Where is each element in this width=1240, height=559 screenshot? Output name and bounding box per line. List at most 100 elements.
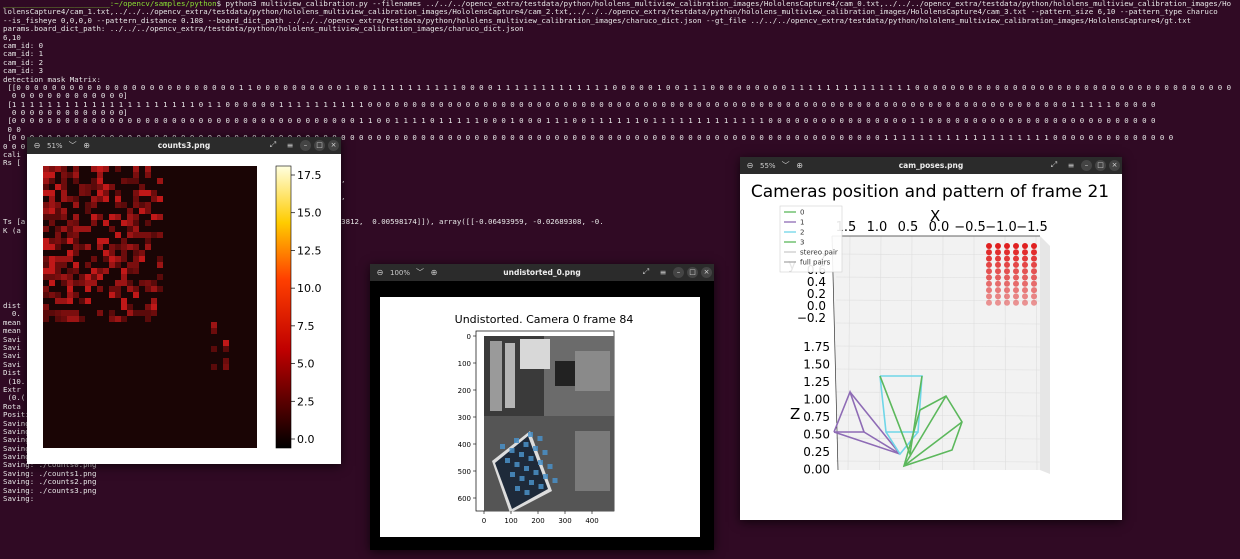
- zoom-level[interactable]: 55%: [760, 162, 776, 170]
- menu-icon[interactable]: ≡: [1064, 158, 1078, 172]
- pattern-point: [1022, 293, 1028, 300]
- zoom-out-icon[interactable]: ⊖: [743, 159, 757, 173]
- y-tick-label: 400: [458, 441, 471, 449]
- heatmap-cell: [49, 292, 55, 298]
- chevron-down-icon[interactable]: ﹀: [779, 159, 793, 173]
- z-tick-label: 1.25: [803, 375, 830, 389]
- maximize-button[interactable]: □: [1095, 159, 1106, 171]
- terminal-text: Saving: ./counts2.png: [3, 478, 97, 487]
- heatmap-cell: [67, 292, 73, 298]
- x-tick-label: 300: [558, 517, 571, 525]
- heatmap-cell: [139, 232, 145, 238]
- pattern-point: [986, 274, 992, 281]
- pattern-point: [995, 274, 1001, 281]
- zoom-level[interactable]: 100%: [390, 269, 410, 277]
- heatmap-cell: [145, 238, 151, 244]
- pattern-point: [1022, 255, 1028, 262]
- board-marker: [529, 480, 534, 485]
- heatmap-cell: [91, 220, 97, 226]
- zoom-level[interactable]: 51%: [47, 142, 63, 150]
- zoom-out-icon[interactable]: ⊖: [373, 266, 387, 280]
- zoom-out-icon[interactable]: ⊖: [30, 139, 44, 153]
- pattern-point: [1031, 268, 1037, 275]
- heatmap-cell: [79, 280, 85, 286]
- pattern-point: [1013, 243, 1019, 249]
- pattern-point: [1031, 280, 1037, 287]
- heatmap-cell: [49, 238, 55, 244]
- plot-title: Undistorted. Camera 0 frame 84: [455, 313, 634, 326]
- heatmap-cell: [103, 184, 109, 190]
- heatmap-cell: [157, 274, 163, 280]
- pattern-point: [1004, 274, 1010, 281]
- zoom-in-icon[interactable]: ⊕: [427, 266, 441, 280]
- pattern-point: [1004, 249, 1010, 256]
- minimize-button[interactable]: –: [300, 139, 311, 151]
- menu-icon[interactable]: ≡: [656, 265, 670, 279]
- pattern-point: [1004, 255, 1010, 262]
- pattern-point: [1004, 243, 1010, 249]
- close-button[interactable]: ×: [328, 139, 339, 151]
- x-tick-label: 200: [531, 517, 544, 525]
- camera-image: [484, 336, 614, 513]
- maximize-button[interactable]: □: [314, 139, 325, 151]
- heatmap-cell: [151, 286, 157, 292]
- heatmap-cell: [61, 166, 67, 172]
- colorbar-tick-label: 5.0: [297, 358, 315, 371]
- viewer-titlebar[interactable]: ⊖ 51% ﹀ ⊕ counts3.png ⤢ ≡ – □ ×: [27, 137, 341, 154]
- pattern-point: [986, 287, 992, 294]
- heatmap-cell: [91, 214, 97, 220]
- chevron-down-icon[interactable]: ﹀: [413, 266, 427, 280]
- terminal-text: Extr: [3, 385, 21, 394]
- pattern-point: [986, 293, 992, 300]
- heatmap-cell: [145, 304, 151, 310]
- viewer-titlebar[interactable]: ⊖ 55% ﹀ ⊕ cam_poses.png ⤢ ≡ – □ ×: [740, 157, 1122, 174]
- terminal-line: 6,10: [3, 34, 1237, 42]
- fullscreen-icon[interactable]: ⤢: [1047, 158, 1061, 172]
- heatmap-cell: [61, 310, 67, 316]
- counts-heatmap-figure: 17.5 15.0 12.5 10.0 7.5 5.0 2.5 0.0: [43, 165, 322, 449]
- viewer-titlebar[interactable]: ⊖ 100% ﹀ ⊕ undistorted_0.png ⤢ ≡ – □ ×: [370, 264, 714, 281]
- heatmap-cell: [139, 190, 145, 196]
- heatmap-cell: [97, 184, 103, 190]
- terminal-line: --is_fisheye 0,0,0,0 --pattern_distance …: [3, 17, 1237, 25]
- terminal-line: [1 1 1 1 1 1 1 1 1 1 1 1 1 1 1 1 1 1 1 1…: [3, 101, 1237, 109]
- minimize-button[interactable]: –: [673, 266, 684, 278]
- heatmap-cell: [55, 184, 61, 190]
- undistorted-figure: Undistorted. Camera 0 frame 84 0 100 200 30…: [380, 297, 700, 537]
- fullscreen-icon[interactable]: ⤢: [639, 265, 653, 279]
- heatmap-cell: [55, 256, 61, 262]
- heatmap-cell: [85, 208, 91, 214]
- fullscreen-icon[interactable]: ⤢: [266, 138, 280, 152]
- heatmap-cell: [49, 190, 55, 196]
- terminal-text: cam_id: 1: [3, 50, 44, 59]
- heatmap-cell: [73, 202, 79, 208]
- zoom-in-icon[interactable]: ⊕: [80, 139, 94, 153]
- heatmap-cell: [91, 268, 97, 274]
- maximize-button[interactable]: □: [687, 266, 698, 278]
- close-button[interactable]: ×: [1109, 159, 1120, 171]
- heatmap-cell: [127, 304, 133, 310]
- heatmap-cell: [73, 244, 79, 250]
- heatmap-cell: [43, 214, 49, 220]
- heatmap-cell: [73, 238, 79, 244]
- menu-icon[interactable]: ≡: [283, 138, 297, 152]
- heatmap-cell: [109, 310, 115, 316]
- board-marker: [519, 476, 525, 481]
- zoom-in-icon[interactable]: ⊕: [793, 159, 807, 173]
- terminal-text: [[0 0 0 0 0 0 0 0 0 0 0 0 0 0 0 0 0 0 0 …: [3, 83, 1232, 92]
- heatmap-cell: [139, 250, 145, 256]
- minimize-button[interactable]: –: [1081, 159, 1092, 171]
- heatmap-cell: [73, 310, 79, 316]
- chevron-down-icon[interactable]: ﹀: [66, 139, 80, 153]
- heatmap-cell: [139, 256, 145, 262]
- close-button[interactable]: ×: [701, 266, 712, 278]
- pattern-point: [1004, 268, 1010, 275]
- heatmap-cell: [61, 196, 67, 202]
- heatmap-cell: [121, 238, 127, 244]
- heatmap-cell: [43, 178, 49, 184]
- terminal-text: K (a: [3, 226, 21, 235]
- heatmap-cell: [67, 310, 73, 316]
- heatmap-cell: [55, 238, 61, 244]
- pattern-point: [1031, 299, 1037, 306]
- heatmap-cell: [43, 262, 49, 268]
